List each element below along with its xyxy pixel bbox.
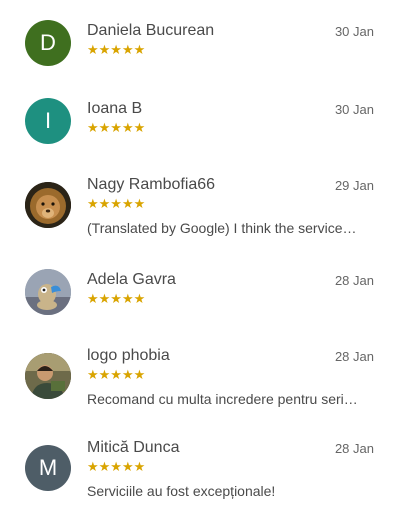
review-author[interactable]: logo phobia <box>87 347 170 365</box>
review-date: 28 Jan <box>334 273 374 288</box>
review-item[interactable]: M Mitică Dunca 28 Jan ★★★★★ Serviciile a… <box>0 439 400 503</box>
avatar[interactable] <box>25 182 71 228</box>
avatar[interactable]: M <box>25 445 71 491</box>
review-item[interactable]: logo phobia 28 Jan ★★★★★ Recomand cu mul… <box>0 347 400 411</box>
review-item[interactable]: D Daniela Bucurean 30 Jan ★★★★★ <box>0 20 400 78</box>
avatar-initial: I <box>44 108 52 133</box>
star-rating: ★★★★★ <box>87 291 146 306</box>
avatar-initial: D <box>40 30 56 55</box>
review-item[interactable]: I Ioana B 30 Jan ★★★★★ <box>0 98 400 156</box>
review-author[interactable]: Daniela Bucurean <box>87 22 214 40</box>
avatar[interactable] <box>25 353 71 399</box>
review-date: 29 Jan <box>334 178 374 193</box>
review-author[interactable]: Nagy Rambofia66 <box>87 176 215 194</box>
star-rating: ★★★★★ <box>87 367 146 382</box>
review-item[interactable]: Adela Gavra 28 Jan ★★★★★ <box>0 269 400 327</box>
person-photo-icon <box>25 353 71 399</box>
review-date: 28 Jan <box>334 349 374 364</box>
review-text[interactable]: Recomand cu multa incredere pentru seri… <box>87 391 377 407</box>
avatar-initial: M <box>38 455 58 480</box>
lion-photo-icon <box>25 182 71 228</box>
avatar[interactable]: I <box>25 98 71 144</box>
star-rating: ★★★★★ <box>87 120 146 135</box>
review-text[interactable]: Serviciile au fost excepționale! <box>87 483 377 499</box>
star-rating: ★★★★★ <box>87 459 146 474</box>
review-date: 30 Jan <box>334 102 374 117</box>
avatar[interactable]: D <box>25 20 71 66</box>
star-rating: ★★★★★ <box>87 42 146 57</box>
review-date: 28 Jan <box>334 441 374 456</box>
review-author[interactable]: Ioana B <box>87 100 142 118</box>
review-text[interactable]: (Translated by Google) I think the servi… <box>87 220 377 236</box>
review-item[interactable]: Nagy Rambofia66 29 Jan ★★★★★ (Translated… <box>0 176 400 240</box>
review-date: 30 Jan <box>334 24 374 39</box>
review-author[interactable]: Mitică Dunca <box>87 439 179 457</box>
avatar[interactable] <box>25 269 71 315</box>
star-rating: ★★★★★ <box>87 196 146 211</box>
cartoon-photo-icon <box>25 269 71 315</box>
review-author[interactable]: Adela Gavra <box>87 271 176 289</box>
